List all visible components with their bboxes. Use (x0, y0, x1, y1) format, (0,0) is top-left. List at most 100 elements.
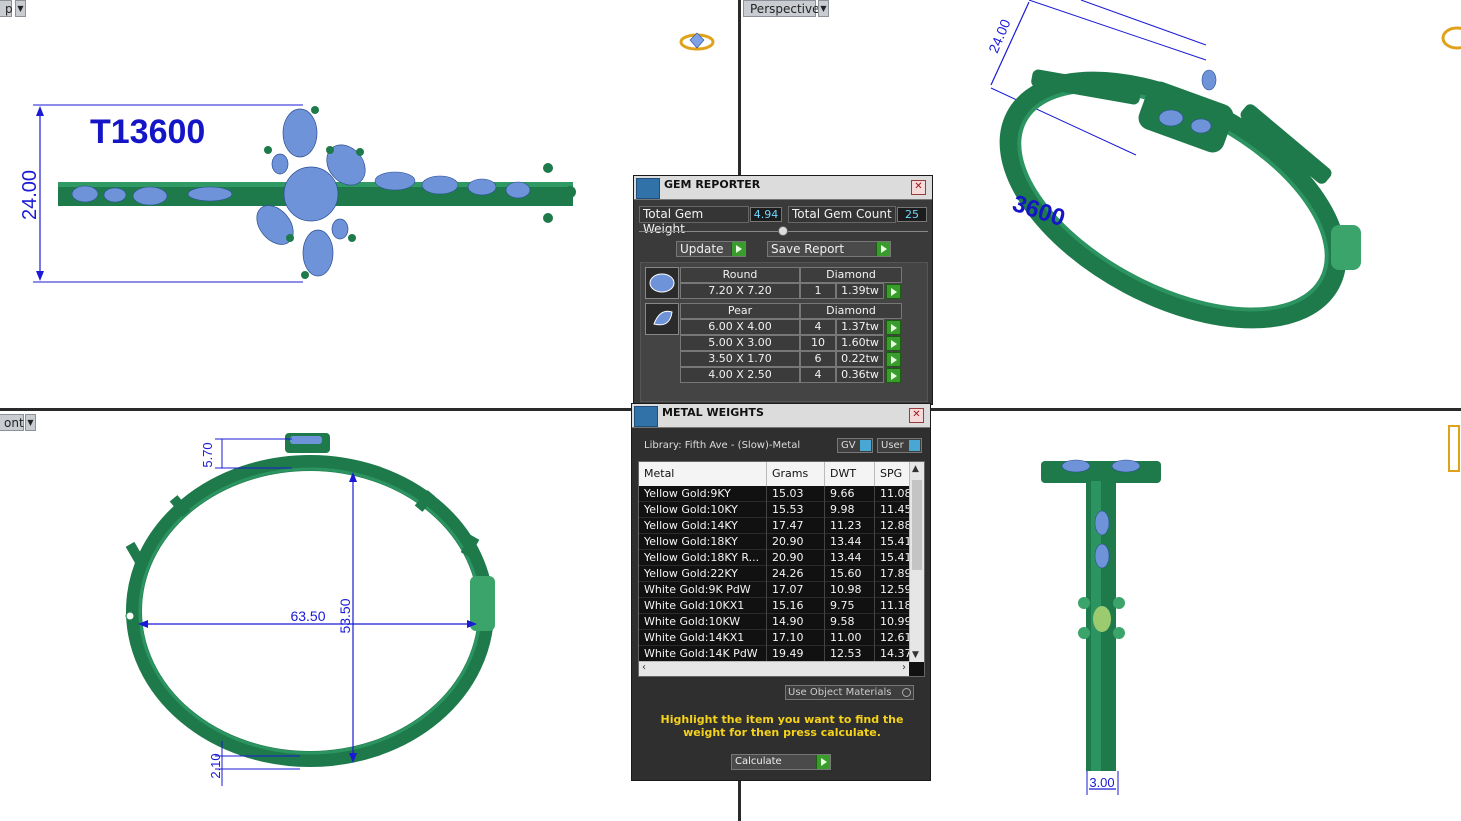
grams-cell: 15.53 (767, 502, 825, 518)
metal-weights-table[interactable]: Metal Grams DWT SPG Yellow Gold:9KY 15.03… (638, 461, 925, 677)
table-row[interactable]: White Gold:14K PdW 19.49 12.53 14.37 (639, 646, 915, 662)
table-row[interactable]: White Gold:9K PdW 17.07 10.98 12.59 (639, 582, 915, 598)
front-view-render: 63.50 53.50 5.70 2.10 (125, 433, 495, 786)
metal-weights-panel: METAL WEIGHTS ✕ Library: Fifth Ave - (Sl… (631, 403, 931, 781)
calculate-button[interactable]: Calculate (731, 754, 831, 770)
grams-cell: 17.07 (767, 582, 825, 598)
viewport-dropdown-top[interactable]: ▼ (15, 0, 26, 17)
scroll-up-icon[interactable]: ▲ (912, 464, 919, 474)
metal-weights-title: METAL WEIGHTS (662, 406, 764, 419)
gem-size: 3.50 X 1.70 (680, 351, 800, 367)
horizontal-scrollbar[interactable]: ‹ › (639, 661, 909, 676)
save-report-button[interactable]: Save Report (767, 241, 891, 257)
viewport-dropdown-front[interactable]: ▼ (25, 414, 36, 431)
use-object-materials-toggle[interactable]: Use Object Materials (785, 685, 914, 700)
dwt-cell: 9.66 (825, 486, 875, 502)
user-toggle[interactable]: User (877, 438, 922, 453)
metal-name-cell: Yellow Gold:22KY (639, 566, 767, 582)
viewport-label-top[interactable]: p (0, 0, 13, 17)
gem-reporter-title: GEM REPORTER (664, 178, 761, 191)
viewport-front[interactable]: 63.50 53.50 5.70 2.10 ont ▼ (0, 411, 738, 821)
table-row[interactable]: Yellow Gold:9KY 15.03 9.66 11.08 (639, 486, 915, 502)
table-row[interactable]: White Gold:10KX1 15.16 9.75 11.18 (639, 598, 915, 614)
metal-name-cell: White Gold:14K PdW (639, 646, 767, 662)
calculate-instructions: Highlight the item you want to find the … (660, 713, 904, 739)
ring-thumbnail-icon[interactable] (679, 32, 715, 51)
dwt-cell: 13.44 (825, 550, 875, 566)
metal-name-cell: Yellow Gold:9KY (639, 486, 767, 502)
gem-size: 4.00 X 2.50 (680, 367, 800, 383)
dwt-cell: 9.58 (825, 614, 875, 630)
viewport-top[interactable]: T13600 24.00 p ▼ (0, 0, 738, 408)
table-row[interactable]: Yellow Gold:18KY R... 20.90 13.44 15.41 (639, 550, 915, 566)
metal-weights-header[interactable]: METAL WEIGHTS ✕ (632, 404, 930, 428)
gem-quantity: 6 (800, 351, 836, 367)
total-gem-count-label: Total Gem Count (788, 206, 896, 223)
grams-cell: 24.26 (767, 566, 825, 582)
scroll-down-icon[interactable]: ▼ (912, 650, 919, 660)
round-gem-icon[interactable] (645, 267, 679, 299)
gem-row-select-button[interactable] (886, 352, 901, 367)
gem-reporter-panel: GEM REPORTER ✕ Total Gem Weight 4.94 Tot… (633, 175, 933, 405)
play-icon (731, 242, 745, 256)
gem-shape-header: Round (680, 267, 800, 283)
gem-reporter-header[interactable]: GEM REPORTER ✕ (634, 176, 932, 200)
scroll-right-icon[interactable]: › (902, 662, 906, 673)
grams-cell: 20.90 (767, 550, 825, 566)
metal-name-cell: Yellow Gold:14KY (639, 518, 767, 534)
splitter-handle-icon[interactable] (778, 226, 788, 236)
table-row[interactable]: Yellow Gold:18KY 20.90 13.44 15.41 (639, 534, 915, 550)
gem-weight: 1.60tw (836, 335, 884, 351)
dimension-side-width: 3.00 (1089, 775, 1114, 790)
table-row[interactable]: Yellow Gold:22KY 24.26 15.60 17.89 (639, 566, 915, 582)
column-header-grams[interactable]: Grams (767, 462, 825, 486)
dwt-cell: 9.75 (825, 598, 875, 614)
gem-row-select-button[interactable] (886, 336, 901, 351)
gem-quantity: 10 (800, 335, 836, 351)
column-header-dwt[interactable]: DWT (825, 462, 875, 486)
gem-reporter-icon (636, 178, 660, 199)
gem-type-header: Diamond (800, 303, 902, 319)
radio-icon (902, 688, 911, 697)
metal-name-cell: Yellow Gold:10KY (639, 502, 767, 518)
scroll-thumb[interactable] (912, 480, 922, 570)
dwt-cell: 13.44 (825, 534, 875, 550)
dimension-bottom-thickness: 2.10 (208, 753, 223, 778)
pear-gem-icon[interactable] (645, 303, 679, 335)
gem-size: 5.00 X 3.00 (680, 335, 800, 351)
column-header-metal[interactable]: Metal (639, 462, 767, 486)
ring-thumbnail-icon[interactable] (1441, 26, 1461, 50)
gem-weight: 1.39tw (836, 283, 884, 299)
grams-cell: 17.10 (767, 630, 825, 646)
gem-quantity: 1 (800, 283, 836, 299)
grams-cell: 15.03 (767, 486, 825, 502)
vertical-scrollbar[interactable]: ▲ ▼ (909, 462, 924, 662)
ring-thumbnail-icon[interactable] (1448, 425, 1460, 472)
close-icon[interactable]: ✕ (909, 408, 924, 423)
total-gem-count-value: 25 (897, 207, 927, 222)
dwt-cell: 11.23 (825, 518, 875, 534)
viewport-label-front[interactable]: ont (0, 414, 24, 431)
metal-name-cell: Yellow Gold:18KY (639, 534, 767, 550)
metal-name-cell: White Gold:10KX1 (639, 598, 767, 614)
viewport-dropdown-perspective[interactable]: ▼ (818, 0, 829, 17)
scroll-left-icon[interactable]: ‹ (642, 662, 646, 673)
gem-row-select-button[interactable] (886, 320, 901, 335)
viewport-label-perspective[interactable]: Perspective (743, 0, 820, 17)
update-button[interactable]: Update (676, 241, 746, 257)
library-label: Library: Fifth Ave - (Slow)-Metal (644, 440, 801, 451)
metal-name-cell: White Gold:10KW (639, 614, 767, 630)
table-row[interactable]: Yellow Gold:10KY 15.53 9.98 11.45 (639, 502, 915, 518)
gem-row-select-button[interactable] (886, 284, 901, 299)
table-row[interactable]: White Gold:14KX1 17.10 11.00 12.61 (639, 630, 915, 646)
perspective-dimension-height: 24.00 (985, 17, 1014, 56)
gem-size: 6.00 X 4.00 (680, 319, 800, 335)
total-gem-weight-label: Total Gem Weight (639, 206, 749, 236)
model-id-label: T13600 (90, 113, 205, 151)
gem-row-select-button[interactable] (886, 368, 901, 383)
table-row[interactable]: White Gold:10KW 14.90 9.58 10.99 (639, 614, 915, 630)
gv-toggle[interactable]: GV (837, 438, 873, 453)
dwt-cell: 9.98 (825, 502, 875, 518)
close-icon[interactable]: ✕ (911, 180, 926, 195)
table-row[interactable]: Yellow Gold:14KY 17.47 11.23 12.88 (639, 518, 915, 534)
